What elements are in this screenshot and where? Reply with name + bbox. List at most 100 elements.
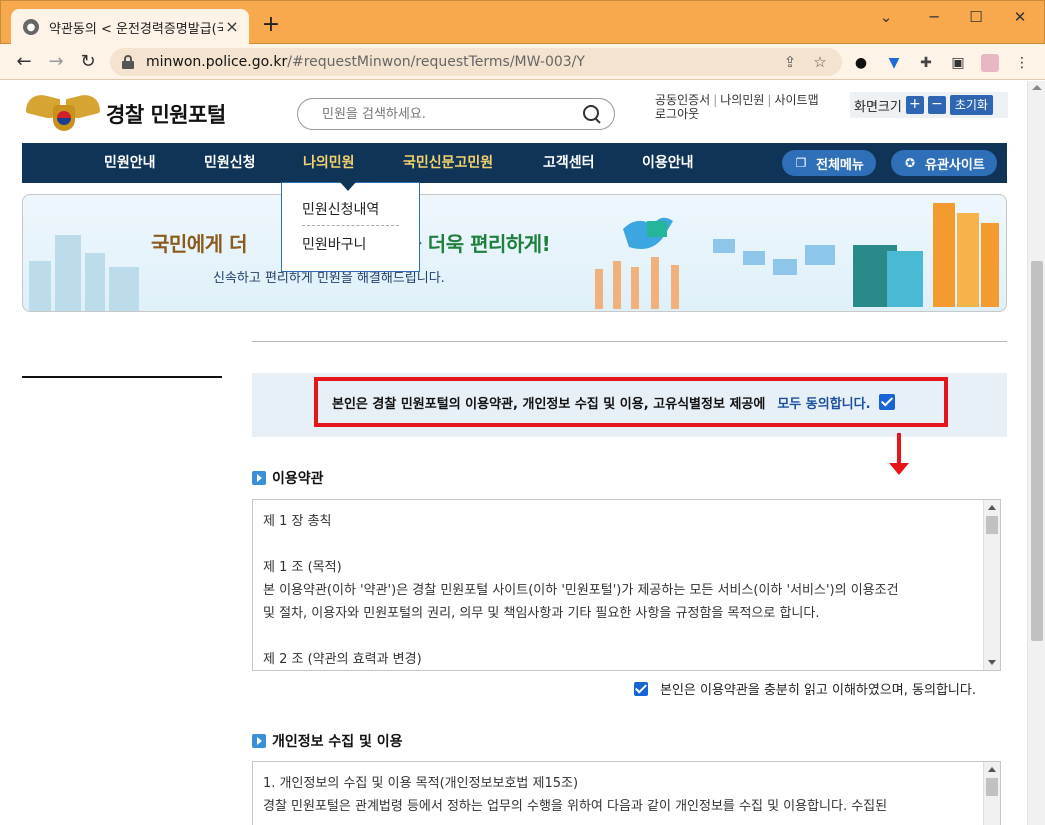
close-window-button[interactable]: ✕ — [1008, 5, 1032, 29]
font-reset-button[interactable]: 초기화 — [949, 95, 993, 115]
forward-button[interactable]: → — [44, 50, 68, 74]
profile-avatar[interactable] — [981, 54, 999, 72]
side-nav-divider — [22, 376, 222, 378]
url-path: /#requestMinwon/requestTerms/MW-003/Y — [287, 54, 585, 70]
logo-text: 경찰 민원포털 — [106, 103, 226, 127]
dropdown-divider — [302, 225, 399, 226]
city-illustration — [23, 221, 153, 311]
agree-all-checkbox[interactable] — [878, 394, 895, 410]
terms-line — [263, 533, 976, 556]
browser-menu-icon[interactable]: ⋮ — [1013, 54, 1031, 72]
font-size-control: 화면크기 + − 초기화 — [850, 92, 1008, 118]
dropdown-item-history[interactable]: 민원신청내역 — [302, 199, 399, 221]
related-sites-label: 유관사이트 — [925, 157, 985, 173]
new-tab-button[interactable]: + — [259, 13, 283, 37]
privacy-textbox[interactable]: 1. 개인정보의 수집 및 이용 목적(개인정보보호법 제15조) 경찰 민원포… — [252, 761, 1001, 825]
privacy-line: 1. 개인정보의 수집 및 이용 목적(개인정보보호법 제15조) — [263, 776, 579, 791]
dropdown-item-basket[interactable]: 민원바구니 — [302, 234, 399, 256]
terms-textbox[interactable]: 제 1 장 총칙 제 1 조 (목적) 본 이용약관(이하 '약관')은 경찰 … — [252, 499, 1001, 671]
terms-line: 본 이용약관(이하 '약관')은 경찰 민원포털 사이트(이하 '민원포털')가… — [263, 583, 899, 598]
divider: | — [713, 93, 718, 107]
minimize-button[interactable]: ─ — [922, 5, 946, 29]
privacy-section-title: 개인정보 수집 및 이용 — [252, 731, 403, 751]
extension-icon[interactable]: ● — [852, 54, 870, 72]
agree-all-emphasis: 모두 동의합니다. — [777, 396, 871, 412]
nav-customer-center[interactable]: 고객센터 — [543, 143, 595, 183]
nav-minwon-guide[interactable]: 민원안내 — [104, 143, 156, 183]
nav-usage-guide[interactable]: 이용안내 — [642, 143, 694, 183]
divider: | — [767, 93, 772, 107]
terms-agree-checkbox[interactable] — [634, 681, 648, 696]
tab-search-icon[interactable]: ⌄ — [874, 5, 898, 29]
nav-minwon-apply[interactable]: 민원신청 — [204, 143, 256, 183]
share-icon[interactable]: ⇪ — [780, 52, 800, 72]
close-tab-icon[interactable]: × — [223, 18, 241, 36]
bookmark-star-icon[interactable]: ☆ — [810, 52, 830, 72]
privacy-scrollbar[interactable] — [983, 762, 1000, 825]
back-button[interactable]: ← — [12, 50, 36, 74]
related-sites-button[interactable]: ✪ 유관사이트 — [891, 150, 997, 176]
site-logo[interactable]: 경찰 민원포털 — [26, 90, 226, 137]
utility-links: 공동인증서 | 나의민원 | 사이트맵 로그아웃 — [655, 93, 840, 121]
terms-agree-label[interactable]: 본인은 이용약관을 충분히 읽고 이해하였으며, 동의합니다. — [660, 679, 976, 698]
terms-content: 제 1 장 총칙 제 1 조 (목적) 본 이용약관(이하 '약관')은 경찰 … — [253, 500, 1000, 670]
font-size-label: 화면크기 — [854, 99, 902, 115]
police-badge-icon: ✪ — [904, 156, 916, 170]
down-arrow-icon — [889, 433, 909, 481]
util-link-sitemap[interactable]: 사이트맵 — [774, 93, 818, 107]
reload-button[interactable]: ↻ — [76, 50, 100, 74]
terms-line — [263, 625, 976, 648]
page-viewport: 경찰 민원포털 공동인증서|나의민원|사이트맵 로그아웃 화면크기 + − 초기… — [0, 81, 1027, 825]
terms-scrollbar[interactable] — [983, 500, 1000, 670]
util-link-certificate[interactable]: 공동인증서 — [655, 93, 710, 107]
privacy-content: 1. 개인정보의 수집 및 이용 목적(개인정보보호법 제15조) 경찰 민원포… — [253, 762, 1000, 818]
terms-title-text: 이용약관 — [272, 471, 324, 487]
scroll-up-icon[interactable] — [1032, 85, 1042, 90]
all-menu-button[interactable]: ❐ 전체메뉴 — [782, 150, 876, 176]
play-bullet-icon — [252, 471, 266, 485]
lock-icon — [122, 55, 134, 69]
nav-my-minwon[interactable]: 나의민원 — [303, 143, 355, 183]
terms-section-title: 이용약관 — [252, 468, 324, 488]
content-divider — [252, 341, 1007, 342]
extensions-puzzle-icon[interactable]: ✚ — [917, 54, 935, 72]
my-minwon-dropdown: 민원신청내역 민원바구니 — [281, 182, 420, 272]
util-link-logout[interactable]: 로그아웃 — [655, 107, 699, 121]
menu-copy-icon: ❐ — [795, 156, 807, 170]
banner-title-part-2: 을 더욱 편리하게! — [403, 232, 551, 256]
tab-title: 약관동의 < 운전경력증명발급(국 — [49, 21, 223, 37]
nav-epeople[interactable]: 국민신문고민원 — [403, 143, 493, 183]
address-bar[interactable]: minwon.police.go.kr/#requestMinwon/reque… — [110, 48, 842, 76]
terms-line: 제 1 조 (목적) — [263, 560, 342, 575]
agree-all-highlight: 본인은 경찰 민원포털의 이용약관, 개인정보 수집 및 이용, 고유식별정보 … — [314, 377, 948, 427]
scroll-thumb[interactable] — [1031, 261, 1043, 641]
font-decrease-button[interactable]: − — [927, 96, 946, 114]
search-icon[interactable] — [582, 104, 602, 124]
page-scrollbar[interactable] — [1027, 81, 1045, 825]
url-host: minwon.police.go.kr — [146, 54, 288, 70]
maximize-button[interactable]: ☐ — [964, 5, 988, 29]
side-panel-icon[interactable]: ▣ — [949, 54, 967, 72]
extension-shield-icon[interactable]: ▼ — [885, 54, 903, 72]
play-bullet-icon — [252, 734, 266, 748]
browser-tab[interactable]: ● 약관동의 < 운전경력증명발급(국 × — [11, 9, 249, 45]
browser-tab-strip: ● 약관동의 < 운전경력증명발급(국 × + ⌄ ─ ☐ ✕ — [0, 0, 1045, 45]
url-text[interactable]: minwon.police.go.kr/#requestMinwon/reque… — [146, 54, 770, 70]
agree-all-text: 본인은 경찰 민원포털의 이용약관, 개인정보 수집 및 이용, 고유식별정보 … — [332, 393, 871, 412]
dropdown-caret-icon — [340, 182, 356, 191]
util-link-my-minwon[interactable]: 나의민원 — [720, 93, 764, 107]
agree-all-panel: 본인은 경찰 민원포털의 이용약관, 개인정보 수집 및 이용, 고유식별정보 … — [252, 373, 1007, 437]
privacy-title-text: 개인정보 수집 및 이용 — [272, 734, 403, 750]
privacy-line: 경찰 민원포털은 관계법령 등에서 정하는 업무의 수행을 위하여 다음과 같이… — [263, 799, 888, 814]
terms-line: 제 2 조 (약관의 효력과 변경) — [263, 652, 422, 667]
globe-icon: ● — [23, 19, 39, 35]
font-increase-button[interactable]: + — [905, 96, 924, 114]
hero-banner: 국민에게 더 을 더욱 편리하게! 신속하고 편리하게 민원을 해결해드립니다. — [22, 194, 1007, 312]
banner-title-part-1: 국민에게 더 — [151, 232, 254, 256]
search-input[interactable] — [322, 106, 582, 122]
terms-line: 및 절차, 이용자와 민원포털의 권리, 의무 및 책임사항과 기타 필요한 사… — [263, 606, 820, 621]
terms-line: 제 1 장 총칙 — [263, 514, 332, 529]
all-menu-label: 전체메뉴 — [816, 157, 864, 173]
banner-illustration — [595, 203, 999, 309]
agree-all-statement: 본인은 경찰 민원포털의 이용약관, 개인정보 수집 및 이용, 고유식별정보 … — [332, 396, 766, 412]
